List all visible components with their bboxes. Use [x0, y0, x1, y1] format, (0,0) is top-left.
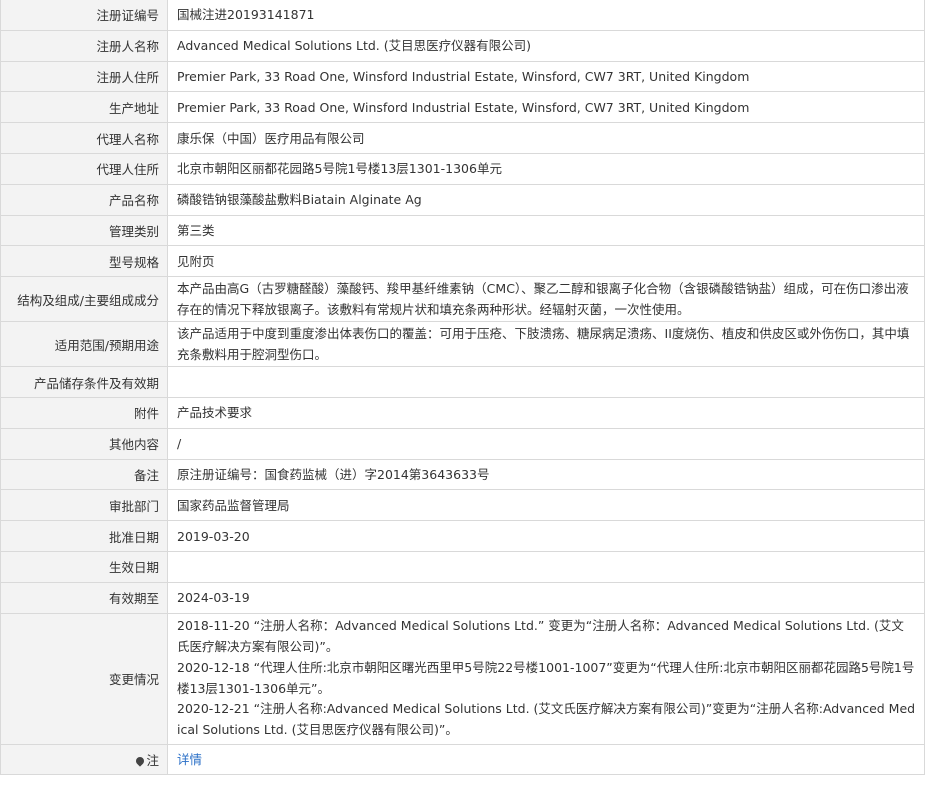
row-remarks: 备注 原注册证编号：国食药监械（进）字2014第3643633号 — [0, 458, 925, 491]
field-label: 生效日期 — [0, 550, 168, 583]
row-model-spec: 型号规格 见附页 — [0, 245, 925, 278]
field-label: 管理类别 — [0, 214, 168, 247]
field-label: 备注 — [0, 458, 168, 491]
field-value: Premier Park, 33 Road One, Winsford Indu… — [167, 91, 925, 124]
note-value-cell: 详情 — [167, 743, 925, 776]
field-label: 其他内容 — [0, 427, 168, 460]
field-value: Premier Park, 33 Road One, Winsford Indu… — [167, 60, 925, 93]
row-agent-name: 代理人名称 康乐保（中国）医疗用品有限公司 — [0, 122, 925, 154]
field-label: 审批部门 — [0, 489, 168, 522]
details-link[interactable]: 详情 — [177, 752, 202, 767]
row-composition: 结构及组成/主要组成成分 本产品由高G（古罗糖醛酸）藻酸钙、羧甲基纤维素钠（CM… — [0, 276, 925, 323]
field-value: 该产品适用于中度到重度渗出体表伤口的覆盖：可用于压疮、下肢溃疡、糖尿病足溃疡、I… — [167, 321, 925, 368]
field-value: 第三类 — [167, 214, 925, 247]
row-expiry-date: 有效期至 2024-03-19 — [0, 581, 925, 614]
field-label: 型号规格 — [0, 245, 168, 278]
field-label: 批准日期 — [0, 520, 168, 552]
field-label: 代理人住所 — [0, 152, 168, 185]
field-value: 国家药品监督管理局 — [167, 489, 925, 522]
field-value — [167, 366, 925, 398]
row-production-address: 生产地址 Premier Park, 33 Road One, Winsford… — [0, 91, 925, 124]
field-value: / — [167, 427, 925, 460]
field-label: 注册人名称 — [0, 29, 168, 62]
row-intended-use: 适用范围/预期用途 该产品适用于中度到重度渗出体表伤口的覆盖：可用于压疮、下肢溃… — [0, 321, 925, 368]
row-registrant-name: 注册人名称 Advanced Medical Solutions Ltd. (艾… — [0, 29, 925, 62]
field-value: 2019-03-20 — [167, 520, 925, 552]
row-note: 注 详情 — [0, 743, 925, 776]
change-entry: 2020-12-21 “注册人名称:Advanced Medical Solut… — [177, 701, 916, 738]
field-value: 磷酸锆钠银藻酸盐敷料Biatain Alginate Ag — [167, 183, 925, 216]
row-approval-date: 批准日期 2019-03-20 — [0, 520, 925, 552]
row-agent-address: 代理人住所 北京市朝阳区丽都花园路5号院1号楼13层1301-1306单元 — [0, 152, 925, 185]
field-value: 产品技术要求 — [167, 396, 925, 429]
row-change-history: 变更情况 2018-11-20 “注册人名称：Advanced Medical … — [0, 612, 925, 745]
field-label: 适用范围/预期用途 — [0, 321, 168, 368]
field-value: 康乐保（中国）医疗用品有限公司 — [167, 122, 925, 154]
field-label: 有效期至 — [0, 581, 168, 614]
field-value: 北京市朝阳区丽都花园路5号院1号楼13层1301-1306单元 — [167, 152, 925, 185]
field-label: 产品储存条件及有效期 — [0, 366, 168, 398]
field-value: 见附页 — [167, 245, 925, 278]
change-entry: 2020-12-18 “代理人住所:北京市朝阳区曙光西里甲5号院22号楼1001… — [177, 659, 915, 696]
field-value: 本产品由高G（古罗糖醛酸）藻酸钙、羧甲基纤维素钠（CMC）、聚乙二醇和银离子化合… — [167, 276, 925, 323]
row-approval-department: 审批部门 国家药品监督管理局 — [0, 489, 925, 522]
field-value: 原注册证编号：国食药监械（进）字2014第3643633号 — [167, 458, 925, 491]
field-label: 附件 — [0, 396, 168, 429]
note-label: 注 — [146, 752, 159, 768]
row-management-category: 管理类别 第三类 — [0, 214, 925, 247]
field-label: 生产地址 — [0, 91, 168, 124]
pin-icon — [134, 755, 147, 767]
field-label: 变更情况 — [0, 612, 168, 745]
field-value: Advanced Medical Solutions Ltd. (艾目思医疗仪器… — [167, 29, 925, 62]
row-attachment: 附件 产品技术要求 — [0, 396, 925, 429]
field-label: 注册人住所 — [0, 60, 168, 93]
registration-info-table: 注册证编号 国械注进20193141871 注册人名称 Advanced Med… — [0, 0, 925, 776]
field-label: 产品名称 — [0, 183, 168, 216]
row-storage-validity: 产品储存条件及有效期 — [0, 366, 925, 398]
field-value — [167, 550, 925, 583]
change-entry: 2018-11-20 “注册人名称：Advanced Medical Solut… — [177, 618, 904, 654]
note-label-cell: 注 — [0, 743, 168, 776]
row-registrant-address: 注册人住所 Premier Park, 33 Road One, Winsfor… — [0, 60, 925, 93]
row-product-name: 产品名称 磷酸锆钠银藻酸盐敷料Biatain Alginate Ag — [0, 183, 925, 216]
field-value: 国械注进20193141871 — [167, 0, 925, 31]
field-label: 注册证编号 — [0, 0, 168, 31]
field-label: 代理人名称 — [0, 122, 168, 154]
row-other-content: 其他内容 / — [0, 427, 925, 460]
row-effective-date: 生效日期 — [0, 550, 925, 583]
row-registration-number: 注册证编号 国械注进20193141871 — [0, 0, 925, 31]
field-label: 结构及组成/主要组成成分 — [0, 276, 168, 323]
field-value: 2024-03-19 — [167, 581, 925, 614]
change-history-list: 2018-11-20 “注册人名称：Advanced Medical Solut… — [167, 612, 925, 745]
